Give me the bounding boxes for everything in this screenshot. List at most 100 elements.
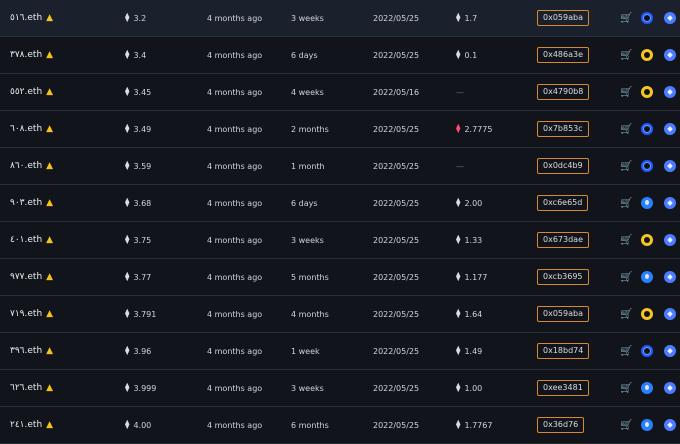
blue-diamond-icon[interactable] [664, 345, 676, 357]
opensea-icon[interactable] [664, 296, 676, 332]
marketplace-icon[interactable] [641, 407, 653, 443]
yellow-ring-icon[interactable] [641, 49, 653, 61]
table-row[interactable]: ٩٠٣.eth ▲ ⧫ 3.68 4 months ago 6 days 202… [0, 185, 680, 222]
cart-icon[interactable]: 🛒 [620, 74, 632, 110]
domain-name[interactable]: ٤٠١.eth ▲ [10, 222, 53, 258]
owner-address[interactable]: 0x059aba [537, 296, 589, 332]
domain-name[interactable]: ٦٢٦.eth ▲ [10, 370, 53, 406]
table-row[interactable]: ٤٠١.eth ▲ ⧫ 3.75 4 months ago 3 weeks 20… [0, 222, 680, 259]
opensea-icon[interactable] [664, 74, 676, 110]
owner-address-text[interactable]: 0xee3481 [537, 380, 589, 396]
opensea-icon[interactable] [664, 37, 676, 73]
cart-icon[interactable]: 🛒 [620, 148, 632, 184]
table-row[interactable]: ٩٧٧.eth ▲ ⧫ 3.77 4 months ago 5 months 2… [0, 259, 680, 296]
blue-drop-icon[interactable] [641, 271, 653, 283]
cart-icon[interactable]: 🛒 [620, 37, 632, 73]
marketplace-icon[interactable] [641, 111, 653, 147]
owner-address-text[interactable]: 0x059aba [537, 10, 589, 26]
cart-icon[interactable]: 🛒 [620, 296, 632, 332]
owner-address-text[interactable]: 0x673dae [537, 232, 589, 248]
owner-address-text[interactable]: 0x4790b8 [537, 84, 590, 100]
table-row[interactable]: ٦٠٨.eth ▲ ⧫ 3.49 4 months ago 2 months 2… [0, 111, 680, 148]
owner-address[interactable]: 0x7b853c [537, 111, 589, 147]
yellow-ring-icon[interactable] [641, 308, 653, 320]
owner-address-text[interactable]: 0x18bd74 [537, 343, 590, 359]
blue-drop-icon[interactable] [641, 382, 653, 394]
cart-icon[interactable]: 🛒 [620, 185, 632, 221]
blue-diamond-icon[interactable] [664, 382, 676, 394]
domain-name[interactable]: ٣٩٦.eth ▲ [10, 333, 53, 369]
domain-name[interactable]: ٩٧٧.eth ▲ [10, 259, 53, 295]
table-row[interactable]: ٥٥٢.eth ▲ ⧫ 3.45 4 months ago 4 weeks 20… [0, 74, 680, 111]
domain-name[interactable]: ٣٧٨.eth ▲ [10, 37, 53, 73]
domain-name[interactable]: ٥١٦.eth ▲ [10, 0, 53, 36]
marketplace-icon[interactable] [641, 259, 653, 295]
blue-drop-icon[interactable] [641, 197, 653, 209]
opensea-icon[interactable] [664, 0, 676, 36]
marketplace-icon[interactable] [641, 333, 653, 369]
blue-ring-icon[interactable] [641, 12, 653, 24]
marketplace-icon[interactable] [641, 185, 653, 221]
owner-address-text[interactable]: 0x36d76 [537, 417, 585, 433]
table-row[interactable]: ٦٢٦.eth ▲ ⧫ 3.999 4 months ago 3 weeks 2… [0, 370, 680, 407]
cart-icon[interactable]: 🛒 [620, 259, 632, 295]
owner-address[interactable]: 0x36d76 [537, 407, 585, 443]
cart-icon[interactable]: 🛒 [620, 333, 632, 369]
cart-icon[interactable]: 🛒 [620, 0, 632, 36]
cart-icon[interactable]: 🛒 [620, 370, 632, 406]
marketplace-icon[interactable] [641, 0, 653, 36]
owner-address[interactable]: 0x486a3e [537, 37, 590, 73]
marketplace-icon[interactable] [641, 296, 653, 332]
opensea-icon[interactable] [664, 333, 676, 369]
yellow-ring-icon[interactable] [641, 86, 653, 98]
yellow-ring-icon[interactable] [641, 234, 653, 246]
table-row[interactable]: ٣٩٦.eth ▲ ⧫ 3.96 4 months ago 1 week 202… [0, 333, 680, 370]
blue-diamond-icon[interactable] [664, 86, 676, 98]
cart-icon[interactable]: 🛒 [620, 111, 632, 147]
opensea-icon[interactable] [664, 370, 676, 406]
opensea-icon[interactable] [664, 185, 676, 221]
opensea-icon[interactable] [664, 148, 676, 184]
blue-diamond-icon[interactable] [664, 271, 676, 283]
opensea-icon[interactable] [664, 111, 676, 147]
blue-ring-icon[interactable] [641, 123, 653, 135]
marketplace-icon[interactable] [641, 37, 653, 73]
marketplace-icon[interactable] [641, 222, 653, 258]
cart-icon[interactable]: 🛒 [620, 222, 632, 258]
owner-address-text[interactable]: 0x486a3e [537, 47, 590, 63]
marketplace-icon[interactable] [641, 74, 653, 110]
blue-ring-icon[interactable] [641, 345, 653, 357]
owner-address[interactable]: 0x059aba [537, 0, 589, 36]
owner-address-text[interactable]: 0x7b853c [537, 121, 589, 137]
blue-diamond-icon[interactable] [664, 123, 676, 135]
owner-address-text[interactable]: 0x059aba [537, 306, 589, 322]
table-row[interactable]: ٣٧٨.eth ▲ ⧫ 3.4 4 months ago 6 days 2022… [0, 37, 680, 74]
blue-diamond-icon[interactable] [664, 234, 676, 246]
opensea-icon[interactable] [664, 222, 676, 258]
domain-name[interactable]: ٨٦٠.eth ▲ [10, 148, 53, 184]
owner-address-text[interactable]: 0xcb3695 [537, 269, 589, 285]
opensea-icon[interactable] [664, 259, 676, 295]
domain-name[interactable]: ٢٤١.eth ▲ [10, 407, 53, 443]
blue-diamond-icon[interactable] [664, 12, 676, 24]
table-row[interactable]: ٨٦٠.eth ▲ ⧫ 3.59 4 months ago 1 month 20… [0, 148, 680, 185]
blue-diamond-icon[interactable] [664, 160, 676, 172]
blue-drop-icon[interactable] [641, 419, 653, 431]
marketplace-icon[interactable] [641, 148, 653, 184]
owner-address[interactable]: 0x4790b8 [537, 74, 590, 110]
owner-address[interactable]: 0xc6e65d [537, 185, 589, 221]
blue-diamond-icon[interactable] [664, 308, 676, 320]
owner-address[interactable]: 0x0dc4b9 [537, 148, 589, 184]
cart-icon[interactable]: 🛒 [620, 407, 632, 443]
domain-name[interactable]: ٦٠٨.eth ▲ [10, 111, 53, 147]
blue-ring-icon[interactable] [641, 160, 653, 172]
owner-address[interactable]: 0x18bd74 [537, 333, 590, 369]
opensea-icon[interactable] [664, 407, 676, 443]
owner-address[interactable]: 0xcb3695 [537, 259, 589, 295]
owner-address[interactable]: 0x673dae [537, 222, 589, 258]
marketplace-icon[interactable] [641, 370, 653, 406]
owner-address[interactable]: 0xee3481 [537, 370, 589, 406]
table-row[interactable]: ٢٤١.eth ▲ ⧫ 4.00 4 months ago 6 months 2… [0, 407, 680, 444]
domain-name[interactable]: ٥٥٢.eth ▲ [10, 74, 53, 110]
domain-name[interactable]: ٩٠٣.eth ▲ [10, 185, 53, 221]
